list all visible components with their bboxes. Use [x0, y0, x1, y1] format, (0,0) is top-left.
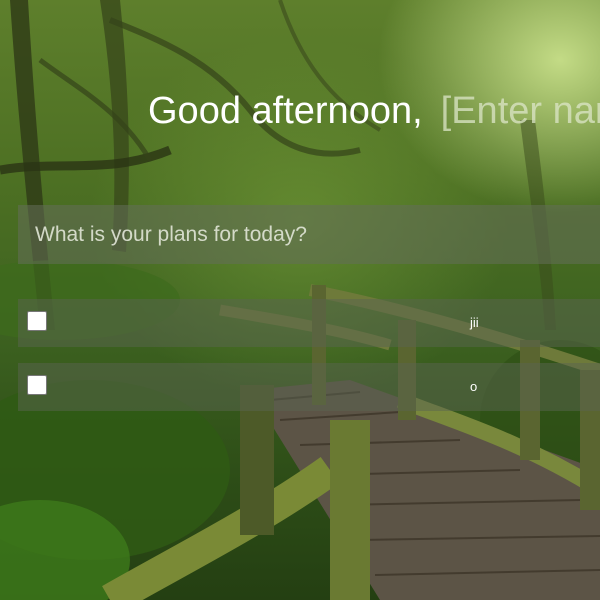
todo-text: jii [470, 315, 479, 330]
name-input[interactable] [440, 89, 600, 133]
todo-text: o [470, 379, 478, 394]
plans-input-container [18, 205, 600, 264]
todo-checkbox[interactable] [27, 375, 47, 395]
todo-checkbox[interactable] [27, 311, 47, 331]
todo-item: o [18, 363, 600, 411]
greeting-text: Good afternoon, [148, 89, 423, 132]
todo-item: jii [18, 299, 600, 347]
greeting: Good afternoon, [148, 88, 600, 134]
plans-input[interactable] [35, 222, 575, 247]
